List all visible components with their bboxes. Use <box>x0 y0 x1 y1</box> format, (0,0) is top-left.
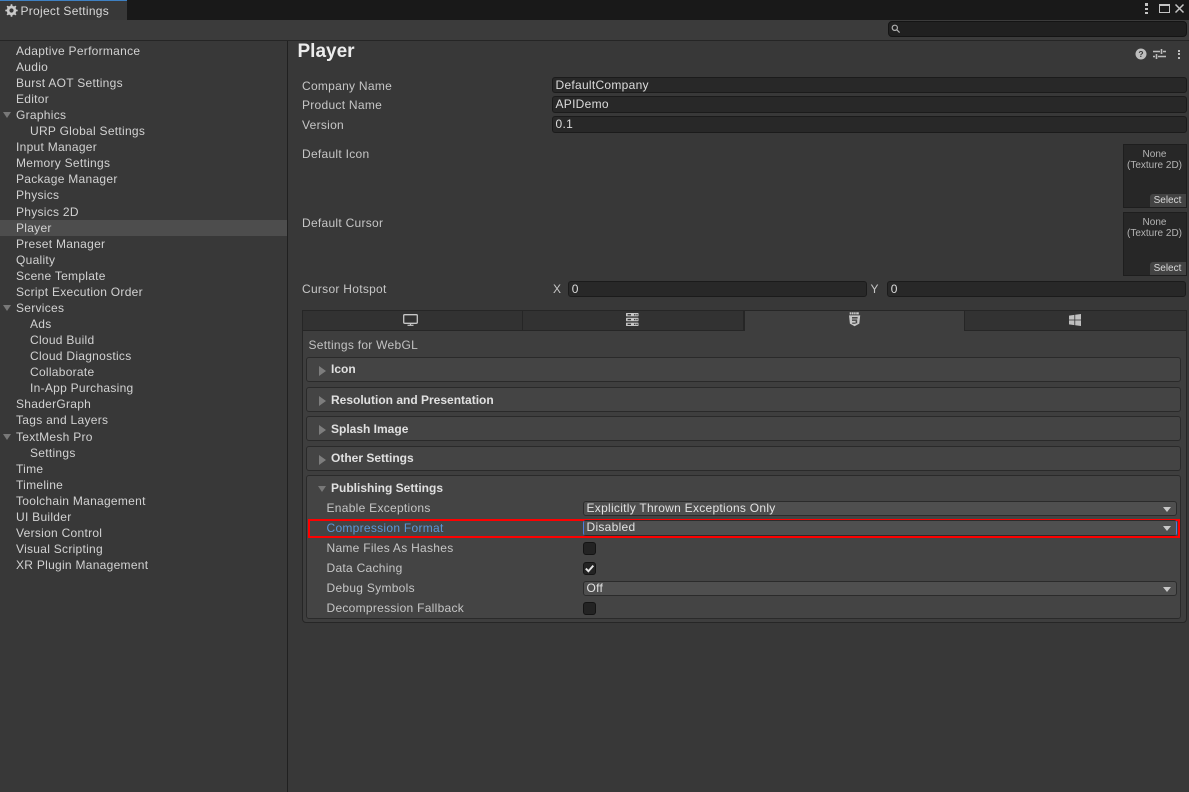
svg-text:?: ? <box>1138 49 1143 59</box>
